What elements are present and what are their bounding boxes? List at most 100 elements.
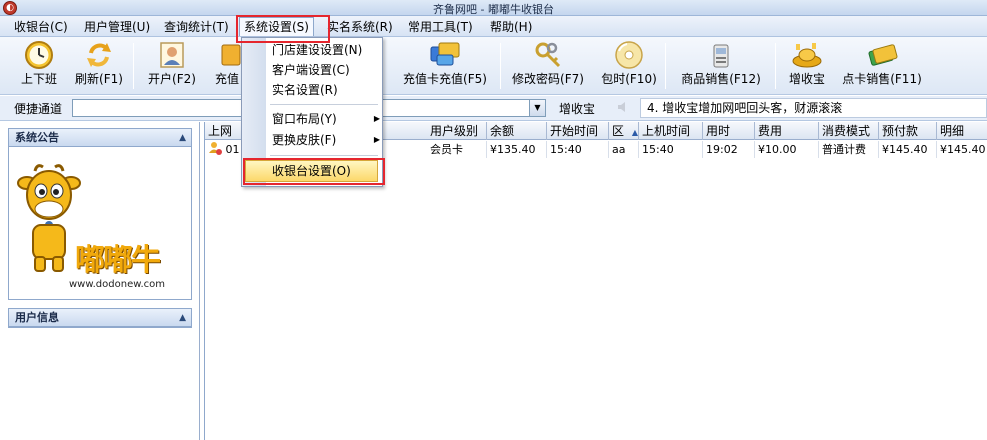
column-duration[interactable]: 用时	[703, 122, 755, 140]
disc-icon	[615, 41, 643, 69]
toolbar-separator	[500, 43, 501, 89]
zsb-toolbar-label: 增收宝	[788, 72, 825, 86]
announcement-panel: 系统公告 ▲ 嘟嘟牛 www.dodonew.com	[8, 128, 192, 300]
goods-sales-button[interactable]: 商品销售(F12)	[678, 39, 764, 93]
change-password-label: 修改密码(F7)	[512, 72, 584, 86]
column-zone[interactable]: 区 ▲	[609, 122, 639, 140]
menu-item-store-setup[interactable]: 门店建设设置(N)	[272, 41, 362, 59]
open-account-button[interactable]: 开户(F2)	[145, 39, 199, 93]
column-balance[interactable]: 余额	[487, 122, 547, 140]
column-login-time[interactable]: 上机时间	[639, 122, 703, 140]
menu-separator	[270, 104, 378, 105]
user-card-icon	[160, 42, 184, 68]
user-info-header[interactable]: 用户信息 ▲	[9, 309, 191, 327]
toolbar-separator	[665, 43, 666, 89]
cell-fee: ¥10.00	[755, 141, 819, 158]
cell-balance: ¥135.40	[487, 141, 547, 158]
collapse-icon[interactable]: ▲	[179, 129, 186, 147]
toolbar-separator	[133, 43, 134, 89]
package-time-button[interactable]: 包时(F10)	[600, 39, 658, 93]
change-skin-label: 更换皮肤(F)	[272, 133, 337, 147]
point-card-sales-label: 点卡销售(F11)	[842, 72, 922, 86]
cell-zone: aa	[609, 141, 639, 158]
goods-icon	[713, 44, 729, 68]
column-billing-mode[interactable]: 消费模式	[819, 122, 879, 140]
menu-separator	[270, 155, 378, 156]
cell-user-level: 会员卡	[427, 141, 487, 158]
menu-bar: 收银台(C) 用户管理(U) 查询统计(T) 系统设置(S) 实名系统(R) 常…	[0, 16, 987, 37]
gold-ingot-icon	[792, 43, 822, 68]
cell-online-value: 01	[225, 143, 240, 156]
announcement-header[interactable]: 系统公告 ▲	[9, 129, 191, 147]
change-password-button[interactable]: 修改密码(F7)	[510, 39, 586, 93]
speaker-icon[interactable]	[616, 100, 630, 114]
cell-duration: 19:02	[703, 141, 755, 158]
refresh-icon	[87, 43, 111, 67]
quick-channel-bar: 便捷通道 ▼ 增收宝 4. 增收宝增加网吧回头客，财源滚滚	[0, 96, 987, 121]
zsb-quick-label[interactable]: 增收宝	[559, 100, 595, 117]
goods-sales-label: 商品销售(F12)	[681, 72, 761, 86]
title-bar: ◐ 齐鲁网吧 - 嘟嘟牛收银台	[0, 0, 987, 16]
menu-item-client-settings[interactable]: 客户端设置(C)	[272, 61, 350, 79]
point-card-sales-button[interactable]: 点卡销售(F11)	[840, 39, 924, 93]
menu-real-name-system[interactable]: 实名系统(R)	[327, 19, 393, 35]
quick-channel-label: 便捷通道	[14, 102, 63, 116]
cell-login-time: 15:40	[639, 141, 703, 158]
dodonew-url-text[interactable]: www.dodonew.com	[69, 279, 165, 290]
point-card-icon	[868, 44, 898, 66]
user-info-title: 用户信息	[15, 311, 59, 324]
card-recharge-label: 充值卡充值(F5)	[403, 72, 487, 86]
toolbar: 上下班 刷新(F1) 开户(F2) 充值 充值卡充值(F5) 修改密码(F7) …	[0, 37, 987, 95]
submenu-arrow-icon: ▶	[373, 135, 380, 144]
menu-user-management[interactable]: 用户管理(U)	[84, 19, 150, 35]
menu-item-window-layout[interactable]: 窗口布局(Y) ▶	[272, 110, 380, 128]
collapse-icon[interactable]: ▲	[179, 309, 186, 327]
clock-icon	[25, 41, 53, 69]
chevron-down-icon[interactable]: ▼	[529, 100, 545, 116]
refresh-button[interactable]: 刷新(F1)	[72, 39, 126, 93]
menu-item-change-skin[interactable]: 更换皮肤(F) ▶	[272, 131, 380, 149]
card-recharge-button[interactable]: 充值卡充值(F5)	[400, 39, 490, 93]
menu-common-tools[interactable]: 常用工具(T)	[408, 19, 473, 35]
left-panel: 系统公告 ▲ 嘟嘟牛 www.dodonew.com 用户信息 ▲	[0, 122, 200, 440]
toolbar-separator	[775, 43, 776, 89]
menu-item-cashier-settings[interactable]: 收银台设置(O)	[245, 160, 378, 182]
recharge-button[interactable]: 充值	[212, 39, 242, 93]
column-detail[interactable]: 明细	[937, 122, 987, 140]
cell-start-time: 15:40	[547, 141, 609, 158]
menu-item-real-name-settings[interactable]: 实名设置(R)	[272, 81, 338, 99]
cell-detail: ¥145.40	[937, 141, 987, 158]
user-info-panel: 用户信息 ▲	[8, 308, 192, 328]
recharge-label: 充值	[214, 72, 239, 86]
window-title: 齐鲁网吧 - 嘟嘟牛收银台	[433, 3, 554, 16]
cell-prepaid: ¥145.40	[879, 141, 937, 158]
package-time-label: 包时(F10)	[601, 72, 657, 86]
dodonew-cow-logo-icon	[17, 164, 81, 272]
cell-billing-mode: 普通计费	[819, 141, 879, 158]
window-layout-label: 窗口布局(Y)	[272, 112, 337, 126]
shift-button[interactable]: 上下班	[14, 39, 64, 93]
recharge-icon	[221, 44, 241, 66]
card-recharge-icon	[430, 42, 460, 66]
shift-label: 上下班	[20, 72, 57, 86]
column-start-time[interactable]: 开始时间	[547, 122, 609, 140]
keys-icon	[535, 42, 561, 68]
dodonew-brand-text: 嘟嘟牛	[75, 243, 161, 278]
column-fee[interactable]: 费用	[755, 122, 819, 140]
menu-system-settings[interactable]: 系统设置(S)	[239, 17, 314, 36]
submenu-arrow-icon: ▶	[373, 114, 380, 123]
column-user-level[interactable]: 用户级别	[427, 122, 487, 140]
refresh-label: 刷新(F1)	[75, 72, 123, 86]
column-prepaid[interactable]: 预付款	[879, 122, 937, 140]
zsb-button[interactable]: 增收宝	[785, 39, 829, 93]
open-account-label: 开户(F2)	[148, 72, 196, 86]
cashier-settings-label: 收银台设置(O)	[272, 164, 351, 178]
menu-cashier[interactable]: 收银台(C)	[14, 19, 68, 35]
announcement-content: 嘟嘟牛 www.dodonew.com	[9, 147, 191, 299]
news-ticker: 4. 增收宝增加网吧回头客，财源滚滚	[640, 98, 987, 118]
menu-query-statistics[interactable]: 查询统计(T)	[164, 19, 229, 35]
announcement-title: 系统公告	[15, 131, 59, 144]
menu-help[interactable]: 帮助(H)	[490, 19, 532, 35]
sort-ascending-icon: ▲	[631, 128, 638, 137]
member-user-icon	[209, 142, 222, 155]
